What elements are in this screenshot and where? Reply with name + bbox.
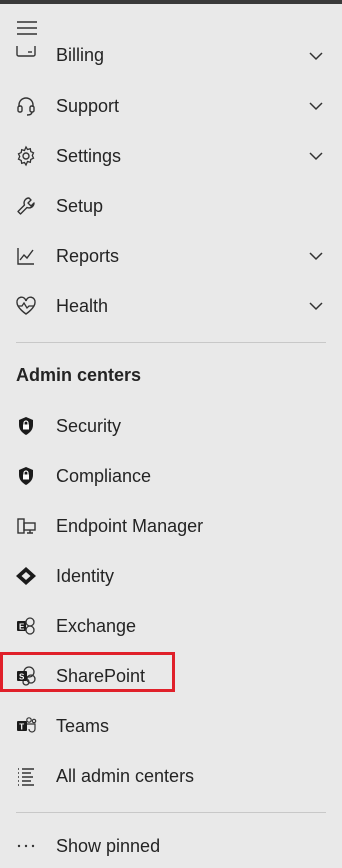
nav-item-billing[interactable]: Billing <box>0 40 342 70</box>
nav-item-label: Exchange <box>56 616 137 636</box>
chevron-down-icon[interactable] <box>306 146 326 166</box>
hamburger-menu-icon[interactable] <box>16 18 38 38</box>
nav-item-settings[interactable]: Settings <box>0 134 342 178</box>
nav-item-exchange[interactable]: E Exchange <box>0 604 342 648</box>
nav-item-label: Identity <box>56 566 115 586</box>
section-title-admin-centers: Admin centers <box>16 365 142 385</box>
nav-item-health[interactable]: Health <box>0 284 342 328</box>
nav-item-label: Support <box>56 96 120 116</box>
nav-item-show-pinned[interactable]: Show pinned <box>0 824 342 868</box>
gear-icon <box>14 144 38 168</box>
wrench-icon <box>14 194 38 218</box>
chevron-down-icon[interactable] <box>306 246 326 266</box>
shield-lock-icon <box>14 464 38 488</box>
nav-item-all-admin-centers[interactable]: All admin centers <box>0 754 342 798</box>
nav-divider <box>16 342 326 343</box>
more-dots-icon <box>14 834 38 858</box>
nav-divider <box>16 812 326 813</box>
nav-item-label: Endpoint Manager <box>56 516 204 536</box>
svg-text:E: E <box>19 623 25 632</box>
shield-lock-icon <box>14 414 38 438</box>
nav-item-label: Setup <box>56 196 104 216</box>
nav-item-label: Compliance <box>56 466 152 486</box>
headset-icon <box>14 94 38 118</box>
nav-item-endpoint-manager[interactable]: Endpoint Manager <box>0 504 342 548</box>
nav-item-support[interactable]: Support <box>0 84 342 128</box>
nav-item-label: Teams <box>56 716 110 736</box>
nav-item-label: Settings <box>56 146 122 166</box>
nav-item-security[interactable]: Security <box>0 404 342 448</box>
teams-icon: T <box>14 714 38 738</box>
nav-item-label: Billing <box>56 45 105 65</box>
chevron-down-icon[interactable] <box>306 96 326 116</box>
nav-item-label: All admin centers <box>56 766 195 786</box>
nav-item-teams[interactable]: T Teams <box>0 704 342 748</box>
heart-pulse-icon <box>14 294 38 318</box>
list-icon <box>14 764 38 788</box>
nav-item-label: Security <box>56 416 122 436</box>
device-icon <box>14 514 38 538</box>
exchange-icon: E <box>14 614 38 638</box>
chevron-down-icon[interactable] <box>306 296 326 316</box>
identity-diamond-icon <box>14 564 38 588</box>
nav-item-compliance[interactable]: Compliance <box>0 454 342 498</box>
nav-item-label: Reports <box>56 246 120 266</box>
left-navigation: Billing Support Settings Setup Reports H… <box>0 0 342 863</box>
nav-item-reports[interactable]: Reports <box>0 234 342 278</box>
nav-item-setup[interactable]: Setup <box>0 184 342 228</box>
sharepoint-highlight-box <box>0 652 175 692</box>
nav-item-label: Health <box>56 296 109 316</box>
nav-item-identity[interactable]: Identity <box>0 554 342 598</box>
nav-item-label: Show pinned <box>56 836 161 856</box>
svg-text:T: T <box>19 723 24 732</box>
chart-line-icon <box>14 244 38 268</box>
chevron-down-icon[interactable] <box>306 46 326 66</box>
billing-icon <box>14 45 38 69</box>
